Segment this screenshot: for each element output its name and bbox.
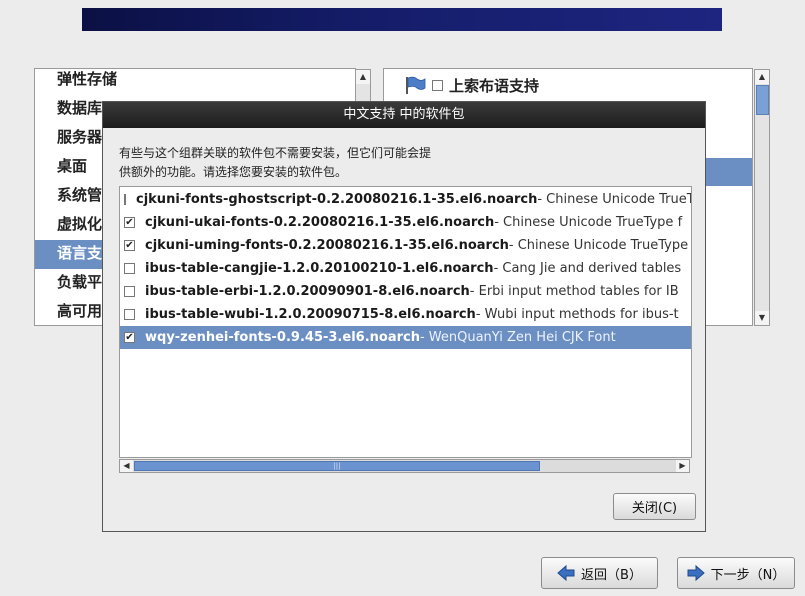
scroll-thumb[interactable]: ||| (134, 461, 540, 471)
package-checkbox[interactable] (124, 194, 126, 205)
package-row-selected[interactable]: ✔ wqy-zenhei-fonts-0.9.45-3.el6.noarch -… (120, 326, 691, 349)
package-name: ibus-table-wubi-1.2.0.20090715-8.el6.noa… (145, 307, 476, 322)
close-button-label: 关闭(C) (631, 501, 678, 516)
package-checkbox[interactable] (124, 286, 135, 297)
next-arrow-icon (687, 564, 705, 582)
package-description: - Chinese Unicode TrueType (537, 192, 691, 207)
dialog-title: 中文支持 中的软件包 (103, 102, 705, 128)
package-description: - WenQuanYi Zen Hei CJK Font (419, 330, 616, 345)
back-button-label: 返回（B） (581, 567, 642, 583)
package-name: ibus-table-erbi-1.2.0.20090901-8.el6.noa… (145, 284, 470, 299)
scroll-up-icon[interactable]: ▲ (356, 70, 370, 84)
scroll-left-icon[interactable]: ◀ (120, 460, 133, 472)
package-checkbox[interactable]: ✔ (124, 217, 135, 228)
package-checkbox[interactable] (124, 309, 135, 320)
scroll-down-icon[interactable]: ▼ (755, 311, 769, 325)
package-name: cjkuni-fonts-ghostscript-0.2.20080216.1-… (136, 192, 538, 207)
scroll-right-icon[interactable]: ▶ (676, 460, 689, 472)
subgroup-item[interactable]: 上索布语支持 (404, 73, 539, 97)
dialog-description-line: 供额外的功能。请选择您要安装的软件包。 (119, 165, 348, 179)
subgroup-label: 上索布语支持 (449, 76, 540, 95)
package-row[interactable]: cjkuni-fonts-ghostscript-0.2.20080216.1-… (120, 188, 691, 211)
scroll-thumb[interactable] (756, 85, 769, 115)
package-list[interactable]: cjkuni-fonts-ghostscript-0.2.20080216.1-… (119, 186, 692, 458)
package-list-hscrollbar[interactable]: ◀ ||| ▶ (119, 459, 690, 473)
package-description: - Chinese Unicode TrueType (508, 238, 689, 253)
group-item[interactable]: 弹性存储 (35, 69, 355, 95)
package-row[interactable]: ibus-table-cangjie-1.2.0.20100210-1.el6.… (120, 257, 691, 280)
subgroup-scrollbar[interactable]: ▲ ▼ (754, 69, 770, 326)
package-row[interactable]: ibus-table-erbi-1.2.0.20090901-8.el6.noa… (120, 280, 691, 303)
next-button[interactable]: 下一步（N） (677, 557, 795, 589)
package-name: ibus-table-cangjie-1.2.0.20100210-1.el6.… (145, 261, 494, 276)
package-description: - Erbi input method tables for IB (469, 284, 679, 299)
package-row[interactable]: ✔ cjkuni-ukai-fonts-0.2.20080216.1-35.el… (120, 211, 691, 234)
package-row[interactable]: ✔ cjkuni-uming-fonts-0.2.20080216.1-35.e… (120, 234, 691, 257)
package-name: wqy-zenhei-fonts-0.9.45-3.el6.noarch (145, 330, 420, 345)
next-button-label: 下一步（N） (710, 567, 786, 583)
package-description: - Wubi input methods for ibus-t (475, 307, 679, 322)
flag-icon (406, 76, 426, 94)
dialog-description: 有些与这个组群关联的软件包不需要安装，但它们可能会提 供额外的功能。请选择您要安… (119, 144, 479, 182)
package-checkbox[interactable]: ✔ (124, 240, 135, 251)
package-name: cjkuni-ukai-fonts-0.2.20080216.1-35.el6.… (145, 215, 495, 230)
back-arrow-icon (557, 564, 575, 582)
package-description: - Chinese Unicode TrueType f (494, 215, 683, 230)
close-button[interactable]: 关闭(C) (613, 493, 696, 520)
subgroup-checkbox[interactable] (432, 79, 443, 91)
package-checkbox[interactable] (124, 263, 135, 274)
scroll-up-icon[interactable]: ▲ (755, 70, 769, 84)
dialog-description-line: 有些与这个组群关联的软件包不需要安装，但它们可能会提 (119, 146, 432, 160)
packages-dialog: 中文支持 中的软件包 有些与这个组群关联的软件包不需要安装，但它们可能会提 供额… (102, 101, 706, 532)
header-banner (82, 8, 722, 31)
package-row[interactable]: ibus-table-wubi-1.2.0.20090715-8.el6.noa… (120, 303, 691, 326)
package-checkbox[interactable]: ✔ (124, 332, 135, 343)
package-description: - Cang Jie and derived tables (493, 261, 682, 276)
back-button[interactable]: 返回（B） (541, 557, 658, 589)
package-name: cjkuni-uming-fonts-0.2.20080216.1-35.el6… (145, 238, 509, 253)
